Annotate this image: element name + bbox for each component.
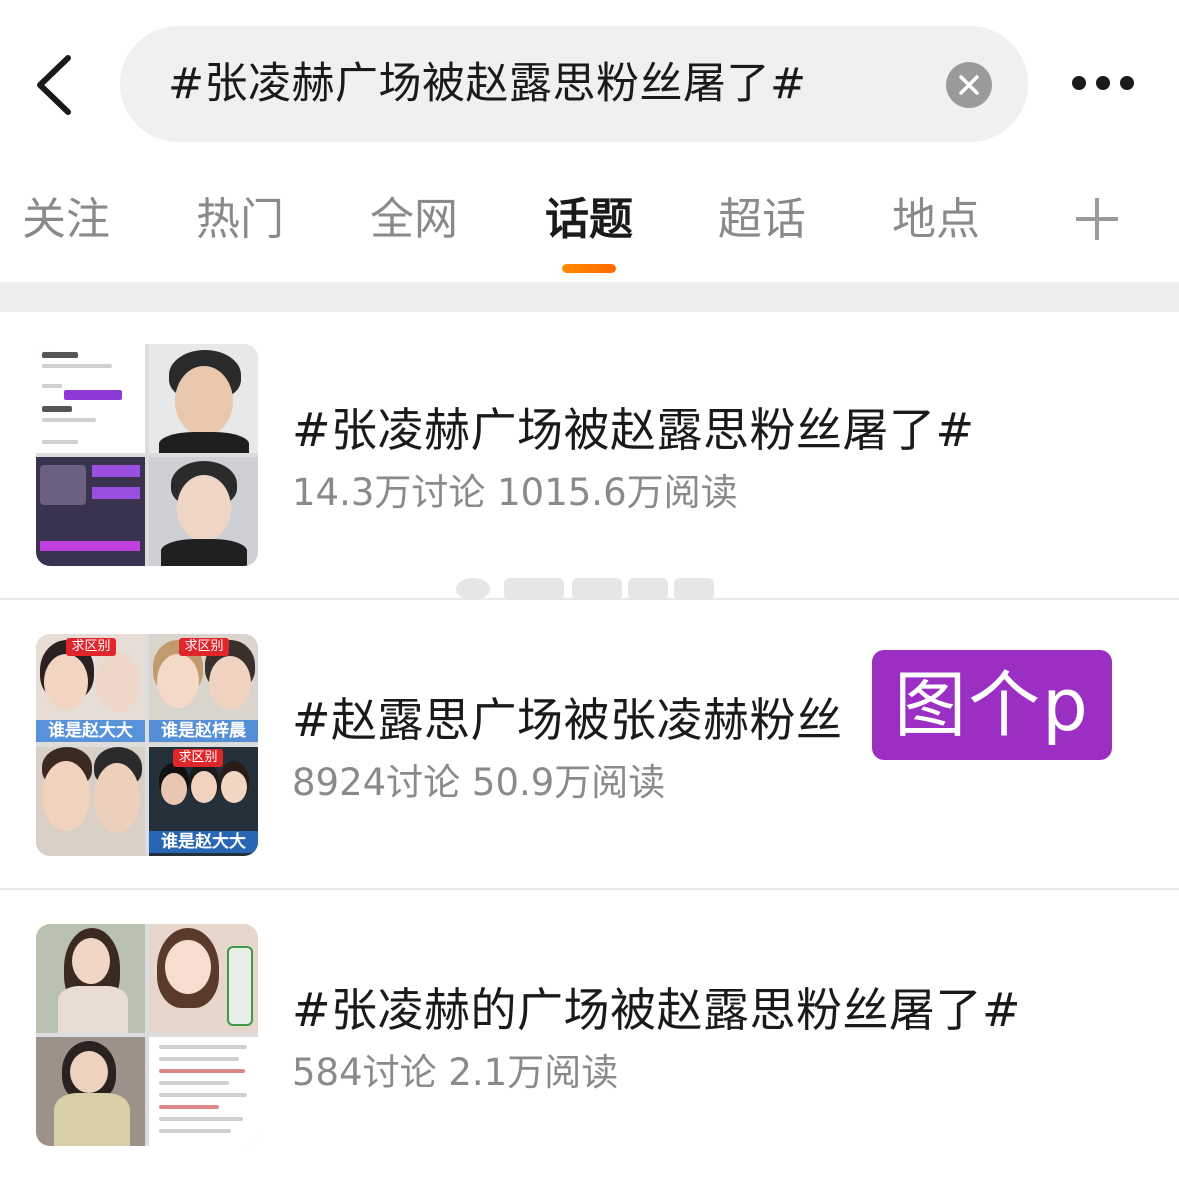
topic-thumbnail: 求区别 谁是赵大大 求区别 谁是赵梓晨 求区别 谁是赵大大 (36, 634, 258, 856)
close-icon (959, 75, 979, 95)
thumbnail-photo (36, 1037, 145, 1146)
thumbnail-photo (149, 457, 258, 566)
plus-icon[interactable] (1076, 198, 1118, 240)
topic-stats: 14.3万讨论 1015.6万阅读 (292, 471, 738, 514)
top-bar: #张凌赫广场被赵露思粉丝屠了# (0, 0, 1179, 160)
topic-result-item[interactable]: #张凌赫广场被赵露思粉丝屠了# 14.3万讨论 1015.6万阅读 (0, 312, 1179, 600)
thumbnail-photo: 求区别 谁是赵大大 (36, 634, 145, 743)
thumbnail-document (149, 1037, 258, 1146)
tab-following[interactable]: 关注 (22, 190, 110, 250)
more-dot-icon (1120, 76, 1134, 90)
more-dot-icon (1096, 76, 1110, 90)
thumbnail-photo (149, 924, 258, 1033)
topic-title: #张凌赫的广场被赵露思粉丝屠了# (292, 983, 1022, 1037)
overlay-label: 图个p (872, 650, 1112, 760)
thumbnail-photo (149, 344, 258, 453)
active-tab-indicator (562, 264, 616, 273)
thumbnail-screenshot (36, 457, 145, 566)
thumbnail-screenshot (36, 344, 145, 453)
topic-result-item[interactable]: #张凌赫的广场被赵露思粉丝屠了# 584讨论 2.1万阅读 (0, 892, 1179, 1180)
section-divider (0, 282, 1179, 312)
clear-search-button[interactable] (946, 62, 992, 108)
tab-super-topic[interactable]: 超话 (718, 190, 806, 250)
watermark-redacted (456, 570, 720, 604)
topic-thumbnail (36, 344, 258, 566)
row-divider (0, 888, 1179, 890)
search-query[interactable]: #张凌赫广场被赵露思粉丝屠了# (168, 56, 807, 112)
tab-hot[interactable]: 热门 (196, 190, 284, 250)
thumbnail-photo: 求区别 谁是赵梓晨 (149, 634, 258, 743)
thumbnail-photo: 求区别 谁是赵大大 (149, 747, 258, 856)
more-dot-icon (1072, 76, 1086, 90)
back-button[interactable] (30, 50, 80, 120)
thumbnail-caption: 求区别 (179, 638, 229, 656)
thumbnail-caption: 谁是赵梓晨 (149, 720, 258, 742)
thumbnail-caption: 谁是赵大大 (149, 831, 258, 853)
topic-thumbnail (36, 924, 258, 1146)
tab-all-web[interactable]: 全网 (370, 190, 458, 250)
thumbnail-photo (36, 924, 145, 1033)
topic-title: #张凌赫广场被赵露思粉丝屠了# (292, 403, 975, 457)
thumbnail-caption: 求区别 (66, 638, 116, 656)
tab-bar: 关注 热门 全网 话题 超话 地点 (0, 180, 1179, 280)
tab-location[interactable]: 地点 (892, 190, 980, 250)
thumbnail-photo (36, 747, 145, 856)
search-bar[interactable]: #张凌赫广场被赵露思粉丝屠了# (120, 26, 1028, 142)
topic-stats: 8924讨论 50.9万阅读 (292, 761, 666, 804)
thumbnail-caption: 求区别 (173, 749, 223, 767)
more-button[interactable] (1068, 70, 1138, 98)
topic-stats: 584讨论 2.1万阅读 (292, 1051, 619, 1094)
topic-title: #赵露思广场被张凌赫粉丝 (292, 693, 843, 747)
chevron-left-icon (37, 55, 71, 115)
tab-topics[interactable]: 话题 (545, 190, 633, 250)
thumbnail-caption: 谁是赵大大 (36, 720, 145, 742)
